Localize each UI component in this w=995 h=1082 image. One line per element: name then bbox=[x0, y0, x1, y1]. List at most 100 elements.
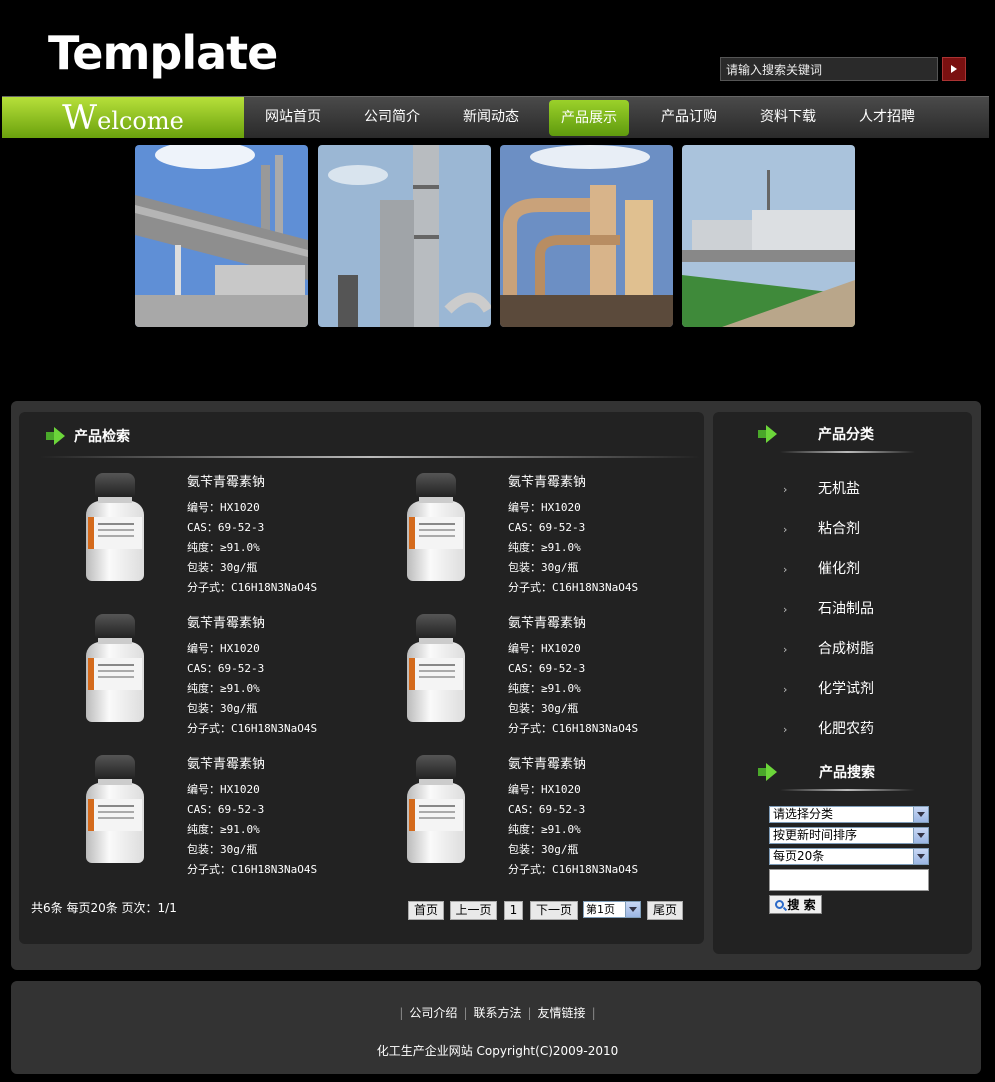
product-card[interactable]: 氨苄青霉素钠 编号：HX1020 CAS：69-52-3 纯度：≥91.0% 包… bbox=[405, 614, 725, 739]
category-item[interactable]: › 石油制品 bbox=[783, 599, 874, 619]
footer-link-company[interactable]: 公司介绍 bbox=[409, 1006, 457, 1020]
product-formula: 分子式：C16H18N3NaO4S bbox=[187, 722, 318, 735]
products-section-header: 产品检索 bbox=[46, 426, 130, 446]
category-label: 无机盐 bbox=[818, 481, 860, 497]
product-bottle-image bbox=[84, 614, 146, 724]
chevron-down-icon bbox=[913, 849, 928, 864]
product-name[interactable]: 氨苄青霉素钠 bbox=[508, 755, 638, 775]
pager-last-button[interactable]: 尾页 bbox=[647, 901, 683, 920]
category-label: 化肥农药 bbox=[818, 721, 874, 737]
category-label: 催化剂 bbox=[818, 561, 860, 577]
product-search-input[interactable] bbox=[769, 869, 929, 891]
categories-section-title: 产品分类 bbox=[818, 427, 874, 443]
product-name[interactable]: 氨苄青霉素钠 bbox=[508, 473, 638, 493]
pager-current-page[interactable]: 1 bbox=[504, 901, 523, 920]
product-name[interactable]: 氨苄青霉素钠 bbox=[508, 614, 638, 634]
banner-image-refinery-tower bbox=[318, 145, 491, 327]
site-logo[interactable]: Template bbox=[48, 26, 278, 80]
product-code: 编号：HX1020 bbox=[508, 501, 581, 514]
nav-item-products[interactable]: 产品展示 bbox=[549, 100, 629, 136]
product-purity: 纯度：≥91.0% bbox=[187, 682, 260, 695]
nav-item-jobs[interactable]: 人才招聘 bbox=[859, 97, 915, 138]
product-search-section-title: 产品搜索 bbox=[819, 765, 875, 781]
product-pack: 包装：30g/瓶 bbox=[187, 702, 258, 715]
product-code: 编号：HX1020 bbox=[187, 783, 260, 796]
per-page-select[interactable]: 每页20条 bbox=[769, 848, 929, 865]
search-icon bbox=[775, 900, 785, 909]
nav-item-about[interactable]: 公司简介 bbox=[364, 97, 420, 138]
product-cas: CAS：69-52-3 bbox=[508, 803, 586, 816]
product-cas: CAS：69-52-3 bbox=[508, 662, 586, 675]
category-item[interactable]: › 粘合剂 bbox=[783, 519, 860, 539]
pager-first-button[interactable]: 首页 bbox=[408, 901, 444, 920]
chevron-down-icon bbox=[625, 902, 640, 917]
nav-item-home[interactable]: 网站首页 bbox=[265, 97, 321, 138]
product-name[interactable]: 氨苄青霉素钠 bbox=[187, 755, 317, 775]
footer-link-contact[interactable]: 联系方法 bbox=[473, 1006, 521, 1020]
nav-item-downloads[interactable]: 资料下载 bbox=[760, 97, 816, 138]
banner-image-chimneys bbox=[135, 145, 308, 327]
play-arrow-icon bbox=[951, 65, 957, 73]
nav-item-order[interactable]: 产品订购 bbox=[661, 97, 717, 138]
category-label: 合成树脂 bbox=[818, 641, 874, 657]
footer-links: | 公司介绍 | 联系方法 | 友情链接 | bbox=[399, 1006, 596, 1020]
product-pack: 包装：30g/瓶 bbox=[508, 702, 579, 715]
category-label: 粘合剂 bbox=[818, 521, 860, 537]
chevron-right-icon: › bbox=[783, 603, 788, 616]
chevron-down-icon bbox=[913, 828, 928, 843]
product-card[interactable]: 氨苄青霉素钠 编号：HX1020 CAS：69-52-3 纯度：≥91.0% 包… bbox=[405, 473, 725, 598]
product-search-button-label: 搜 索 bbox=[787, 898, 816, 912]
product-formula: 分子式：C16H18N3NaO4S bbox=[508, 722, 639, 735]
main-nav: Welcome 网站首页 公司简介 新闻动态 产品展示 产品订购 资料下载 人才… bbox=[2, 96, 989, 138]
product-bottle-image bbox=[84, 755, 146, 865]
pager-info: 共6条 每页20条 页次：1/1 bbox=[31, 901, 177, 915]
product-formula: 分子式：C16H18N3NaO4S bbox=[187, 581, 318, 594]
sort-select-value: 按更新时间排序 bbox=[773, 828, 858, 842]
category-item[interactable]: › 无机盐 bbox=[783, 479, 860, 499]
category-item[interactable]: › 合成树脂 bbox=[783, 639, 874, 659]
category-item[interactable]: › 化肥农药 bbox=[783, 719, 874, 739]
product-search-button[interactable]: 搜 索 bbox=[769, 895, 822, 914]
section-divider bbox=[40, 456, 700, 458]
product-purity: 纯度：≥91.0% bbox=[508, 823, 581, 836]
footer-link-friends[interactable]: 友情链接 bbox=[538, 1006, 586, 1020]
nav-item-news[interactable]: 新闻动态 bbox=[463, 97, 519, 138]
product-cas: CAS：69-52-3 bbox=[187, 803, 265, 816]
product-formula: 分子式：C16H18N3NaO4S bbox=[187, 863, 318, 876]
pager-next-button[interactable]: 下一页 bbox=[530, 901, 578, 920]
categories-section-header: 产品分类 bbox=[758, 424, 874, 444]
pager-page-select[interactable]: 第1页 bbox=[583, 901, 641, 918]
product-card[interactable]: 氨苄青霉素钠 编号：HX1020 CAS：69-52-3 纯度：≥91.0% 包… bbox=[84, 755, 404, 880]
green-arrow-icon bbox=[46, 426, 66, 446]
product-code: 编号：HX1020 bbox=[508, 642, 581, 655]
chevron-right-icon: › bbox=[783, 683, 788, 696]
product-name[interactable]: 氨苄青霉素钠 bbox=[187, 614, 317, 634]
product-formula: 分子式：C16H18N3NaO4S bbox=[508, 581, 639, 594]
header-search-button[interactable] bbox=[942, 57, 966, 81]
category-item[interactable]: › 化学试剂 bbox=[783, 679, 874, 699]
product-card[interactable]: 氨苄青霉素钠 编号：HX1020 CAS：69-52-3 纯度：≥91.0% 包… bbox=[84, 614, 404, 739]
pager-page-select-value: 第1页 bbox=[586, 903, 615, 916]
product-pack: 包装：30g/瓶 bbox=[508, 843, 579, 856]
per-page-select-value: 每页20条 bbox=[773, 849, 825, 863]
product-code: 编号：HX1020 bbox=[187, 501, 260, 514]
product-name[interactable]: 氨苄青霉素钠 bbox=[187, 473, 317, 493]
welcome-banner: Welcome bbox=[2, 97, 244, 138]
category-select[interactable]: 请选择分类 bbox=[769, 806, 929, 823]
product-cas: CAS：69-52-3 bbox=[187, 521, 265, 534]
category-label: 化学试剂 bbox=[818, 681, 874, 697]
product-pack: 包装：30g/瓶 bbox=[508, 561, 579, 574]
product-card[interactable]: 氨苄青霉素钠 编号：HX1020 CAS：69-52-3 纯度：≥91.0% 包… bbox=[405, 755, 725, 880]
category-item[interactable]: › 催化剂 bbox=[783, 559, 860, 579]
product-card[interactable]: 氨苄青霉素钠 编号：HX1020 CAS：69-52-3 纯度：≥91.0% 包… bbox=[84, 473, 404, 598]
chevron-down-icon bbox=[913, 807, 928, 822]
product-code: 编号：HX1020 bbox=[508, 783, 581, 796]
product-bottle-image bbox=[405, 473, 467, 583]
product-bottle-image bbox=[405, 755, 467, 865]
product-pack: 包装：30g/瓶 bbox=[187, 561, 258, 574]
header-search-input[interactable] bbox=[720, 57, 938, 81]
footer bbox=[11, 981, 981, 1074]
pager-prev-button[interactable]: 上一页 bbox=[450, 901, 497, 920]
sort-select[interactable]: 按更新时间排序 bbox=[769, 827, 929, 844]
section-divider bbox=[780, 451, 915, 453]
